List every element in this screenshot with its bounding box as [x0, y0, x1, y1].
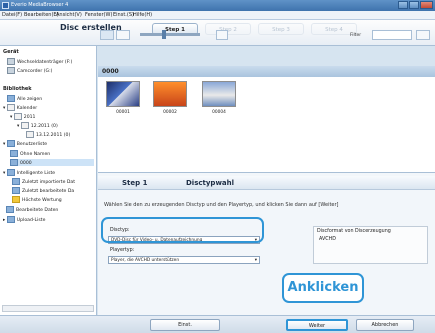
zoom-slider-thumb[interactable]	[162, 30, 166, 39]
thumbnail-00004[interactable]	[202, 81, 236, 107]
edit-icon[interactable]	[416, 30, 430, 40]
tab-step-2: Step 2	[205, 23, 251, 35]
thumbnail-label: 00004	[212, 110, 226, 115]
cancel-button[interactable]: Abbrechen	[356, 319, 414, 331]
menu-bearbeiten[interactable]: Bearbeiten(E)	[24, 12, 59, 18]
thumbnail-label: 00001	[116, 110, 130, 115]
sidebar-item-0000[interactable]: 0000	[10, 159, 94, 166]
import-icon	[12, 178, 20, 185]
wizard-step-label: Step 1	[122, 179, 148, 187]
rotate-icon[interactable]	[216, 30, 228, 40]
menu-bar: Datei(F) Bearbeiten(E) Ansicht(V) Fenste…	[0, 11, 435, 20]
sidebar-item-upload-list[interactable]: ▸ Upload-Liste	[3, 216, 45, 223]
menu-einst[interactable]: Einst.(S)	[113, 12, 134, 18]
app-icon	[2, 2, 9, 9]
chevron-down-icon: ▾	[254, 258, 257, 263]
sidebar-item-camcorder[interactable]: Camcorder (G:)	[7, 67, 52, 74]
bottom-bar: Einst. Weiter Abbrechen	[0, 315, 435, 333]
calendar-icon	[26, 131, 34, 138]
menu-fenster[interactable]: Fenster(W)	[85, 12, 112, 18]
star-icon	[12, 196, 20, 203]
playertype-select[interactable]: Player, die AVCHD unterstützen ▾	[108, 256, 260, 264]
list-view-icon[interactable]	[116, 30, 130, 40]
sidebar-item-recent-edited[interactable]: Zuletzt bearbeitete Da	[12, 187, 74, 194]
smart-list-icon	[6, 169, 15, 176]
sidebar-scrollbar[interactable]	[2, 305, 94, 312]
minimize-icon[interactable]	[398, 1, 408, 9]
next-button[interactable]: Weiter	[286, 319, 348, 331]
edited-icon	[6, 206, 14, 213]
wizard-panel: Step 1 Disctypwahl Wählen Sie den zu erz…	[98, 172, 435, 315]
camcorder-icon	[7, 67, 15, 74]
menu-ansicht[interactable]: Ansicht(V)	[56, 12, 82, 18]
settings-button[interactable]: Einst.	[150, 319, 220, 331]
wizard-title: Disctypwahl	[186, 179, 235, 187]
thumbnail-grid: 00001 00002 00004	[98, 77, 435, 172]
filter-label: Filter	[350, 33, 362, 38]
click-callout: Anklicken	[282, 273, 364, 303]
disctype-highlight	[101, 217, 264, 243]
thumbnail-00002[interactable]	[153, 81, 187, 107]
zoom-slider[interactable]	[140, 33, 200, 36]
sidebar-heading-device: Gerät	[3, 49, 19, 55]
filter-field[interactable]	[372, 30, 412, 40]
sidebar: Gerät Wechseldatenträger (F:) Camcorder …	[0, 46, 97, 315]
thumbnail-00001[interactable]	[106, 81, 140, 107]
library-icon	[7, 95, 15, 102]
drive-icon	[7, 58, 15, 65]
edit-list-icon	[12, 187, 20, 194]
calendar-icon	[20, 122, 29, 129]
sidebar-item-2011[interactable]: ▾ 2011	[10, 113, 35, 120]
playertype-label: Playertyp:	[110, 248, 135, 253]
wizard-header: Step 1 Disctypwahl	[98, 176, 435, 190]
calendar-icon	[6, 104, 15, 111]
disc-format-value: AVCHD	[319, 237, 336, 242]
sidebar-item-unnamed[interactable]: Ohne Namen	[10, 150, 50, 157]
upload-icon	[6, 216, 15, 223]
sidebar-item-calendar[interactable]: ▾ Kalender	[3, 104, 37, 111]
maximize-icon[interactable]	[409, 1, 419, 9]
list-icon	[10, 150, 18, 157]
title-bar: Everio MediaBrowser 4	[0, 0, 435, 11]
sidebar-item-removable-drive[interactable]: Wechseldatenträger (F:)	[7, 58, 72, 65]
sidebar-item-recent-imported[interactable]: Zuletzt importierte Dat	[12, 178, 75, 185]
menu-hilfe[interactable]: Hilfe(H)	[133, 12, 152, 18]
calendar-icon	[13, 113, 22, 120]
disc-format-group: Discformat von Discerzeugung AVCHD	[313, 226, 428, 264]
sidebar-item-all[interactable]: Alle zeigen	[7, 95, 42, 102]
sidebar-item-smart-list[interactable]: ▾ Intelligente Liste	[3, 169, 55, 176]
disc-format-label: Discformat von Discerzeugung	[317, 229, 391, 234]
sidebar-item-top-rated[interactable]: Höchste Wertung	[12, 196, 62, 203]
sidebar-heading-library: Bibliothek	[3, 86, 32, 92]
sidebar-item-user-list[interactable]: ▾ Benutzerliste	[3, 140, 47, 147]
close-icon[interactable]	[420, 1, 433, 9]
list-icon	[10, 159, 18, 166]
sidebar-item-edited-data[interactable]: Bearbeitete Daten	[6, 206, 58, 213]
user-list-icon	[6, 140, 15, 147]
grid-view-icon[interactable]	[100, 30, 114, 40]
thumbnail-label: 00002	[163, 110, 177, 115]
folder-title: 0000	[98, 66, 435, 77]
sidebar-item-13-12-2011[interactable]: 13.12.2011 (0)	[26, 131, 70, 138]
sidebar-item-12-2011[interactable]: ▾ 12.2011 (0)	[17, 122, 58, 129]
window-title: Everio MediaBrowser 4	[11, 2, 69, 8]
wizard-description: Wählen Sie den zu erzeugenden Disctyp un…	[104, 202, 339, 208]
tab-step-3: Step 3	[258, 23, 304, 35]
menu-datei[interactable]: Datei(F)	[2, 12, 22, 18]
